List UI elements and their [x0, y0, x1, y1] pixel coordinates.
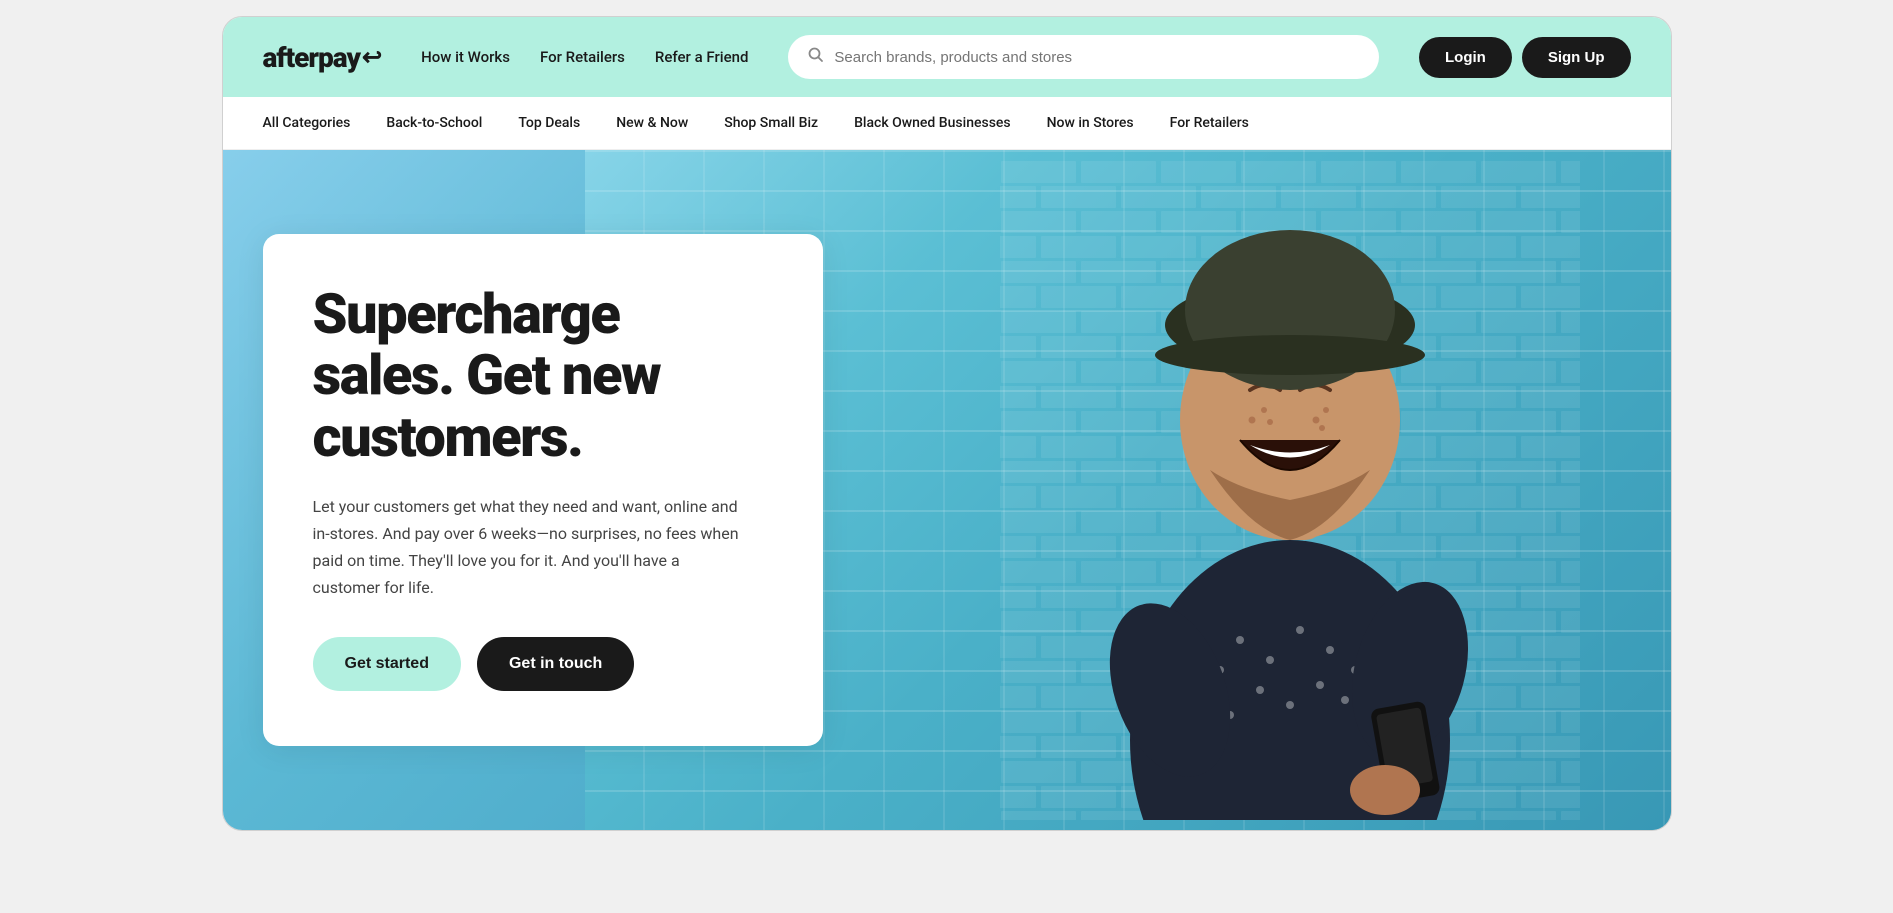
subnav-new-and-now[interactable]: New & Now — [598, 115, 706, 131]
hero-buttons: Get started Get in touch — [313, 637, 773, 691]
hero-content: Supercharge sales. Get new customers. Le… — [263, 234, 823, 747]
subnav-now-in-stores[interactable]: Now in Stores — [1029, 115, 1152, 131]
get-started-button[interactable]: Get started — [313, 637, 461, 691]
nav-for-retailers[interactable]: For Retailers — [540, 48, 625, 66]
subnav-black-owned[interactable]: Black Owned Businesses — [836, 115, 1029, 131]
hero-person-image — [965, 150, 1617, 830]
search-input[interactable] — [834, 49, 1359, 66]
hero-card: Supercharge sales. Get new customers. Le… — [263, 234, 823, 747]
hero-person-svg — [1000, 160, 1580, 820]
logo-arrow: ↩ — [362, 43, 381, 71]
subnav-all-categories[interactable]: All Categories — [263, 115, 369, 131]
login-button[interactable]: Login — [1419, 37, 1512, 78]
subnav-top-deals[interactable]: Top Deals — [500, 115, 598, 131]
subnav-back-to-school[interactable]: Back-to-School — [368, 115, 500, 131]
subnav-for-retailers[interactable]: For Retailers — [1152, 115, 1267, 131]
hero-subtext: Let your customers get what they need an… — [313, 493, 743, 602]
get-in-touch-button[interactable]: Get in touch — [477, 637, 634, 691]
sub-nav: All Categories Back-to-School Top Deals … — [223, 97, 1671, 150]
search-icon — [808, 47, 824, 67]
nav-refer-a-friend[interactable]: Refer a Friend — [655, 48, 749, 66]
site-container: afterpay ↩ How it Works For Retailers Re… — [222, 16, 1672, 831]
page-wrapper: afterpay ↩ How it Works For Retailers Re… — [0, 0, 1893, 913]
subnav-shop-small-biz[interactable]: Shop Small Biz — [706, 115, 836, 131]
header: afterpay ↩ How it Works For Retailers Re… — [223, 17, 1671, 97]
logo[interactable]: afterpay ↩ — [263, 41, 382, 74]
hero-heading: Supercharge sales. Get new customers. — [313, 284, 773, 469]
nav-how-it-works[interactable]: How it Works — [421, 48, 510, 66]
signup-button[interactable]: Sign Up — [1522, 37, 1631, 78]
logo-text: afterpay — [263, 41, 360, 74]
hero-section: Supercharge sales. Get new customers. Le… — [223, 150, 1671, 830]
header-nav: How it Works For Retailers Refer a Frien… — [421, 48, 748, 66]
search-bar — [788, 35, 1379, 79]
header-buttons: Login Sign Up — [1419, 37, 1631, 78]
